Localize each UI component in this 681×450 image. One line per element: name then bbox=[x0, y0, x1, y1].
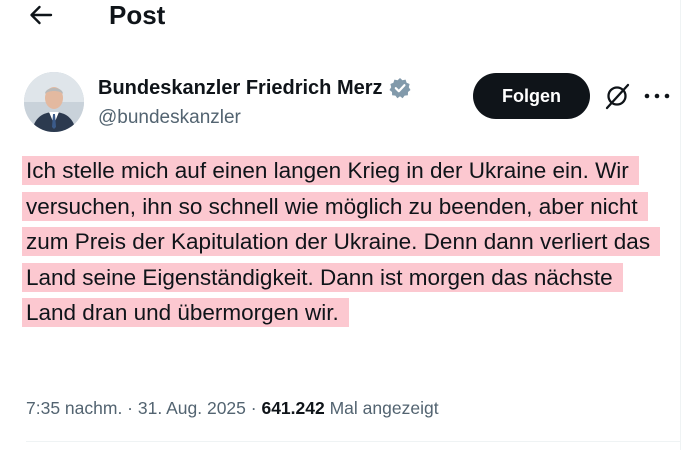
tweet-text-highlighted: Ich stelle mich auf einen langen Krieg i… bbox=[22, 156, 661, 327]
verified-badge-icon[interactable] bbox=[389, 77, 411, 99]
divider bbox=[26, 441, 681, 442]
page-title: Post bbox=[109, 0, 166, 30]
views-count: 641.242 bbox=[261, 398, 325, 418]
meta-separator: · bbox=[122, 398, 138, 418]
more-options-icon[interactable] bbox=[640, 82, 674, 110]
tweet-metadata: 7:35 nachm. · 31. Aug. 2025 · 641.242 Ma… bbox=[26, 396, 439, 420]
avatar[interactable] bbox=[24, 72, 84, 132]
author-name-row: Bundeskanzler Friedrich Merz bbox=[98, 74, 411, 102]
views-label: Mal angezeigt bbox=[329, 398, 439, 418]
tweet-date[interactable]: 31. Aug. 2025 bbox=[138, 398, 246, 418]
tweet-text: Ich stelle mich auf einen langen Krieg i… bbox=[22, 153, 661, 331]
grok-icon[interactable] bbox=[603, 82, 631, 110]
top-bar: Post bbox=[0, 0, 681, 34]
arrow-left-icon[interactable] bbox=[28, 3, 54, 27]
meta-separator: · bbox=[245, 398, 262, 418]
author-handle[interactable]: @bundeskanzler bbox=[98, 106, 241, 130]
follow-button[interactable]: Folgen bbox=[473, 73, 590, 119]
author-display-name[interactable]: Bundeskanzler Friedrich Merz bbox=[98, 75, 383, 101]
tweet-time[interactable]: 7:35 nachm. bbox=[26, 398, 122, 418]
